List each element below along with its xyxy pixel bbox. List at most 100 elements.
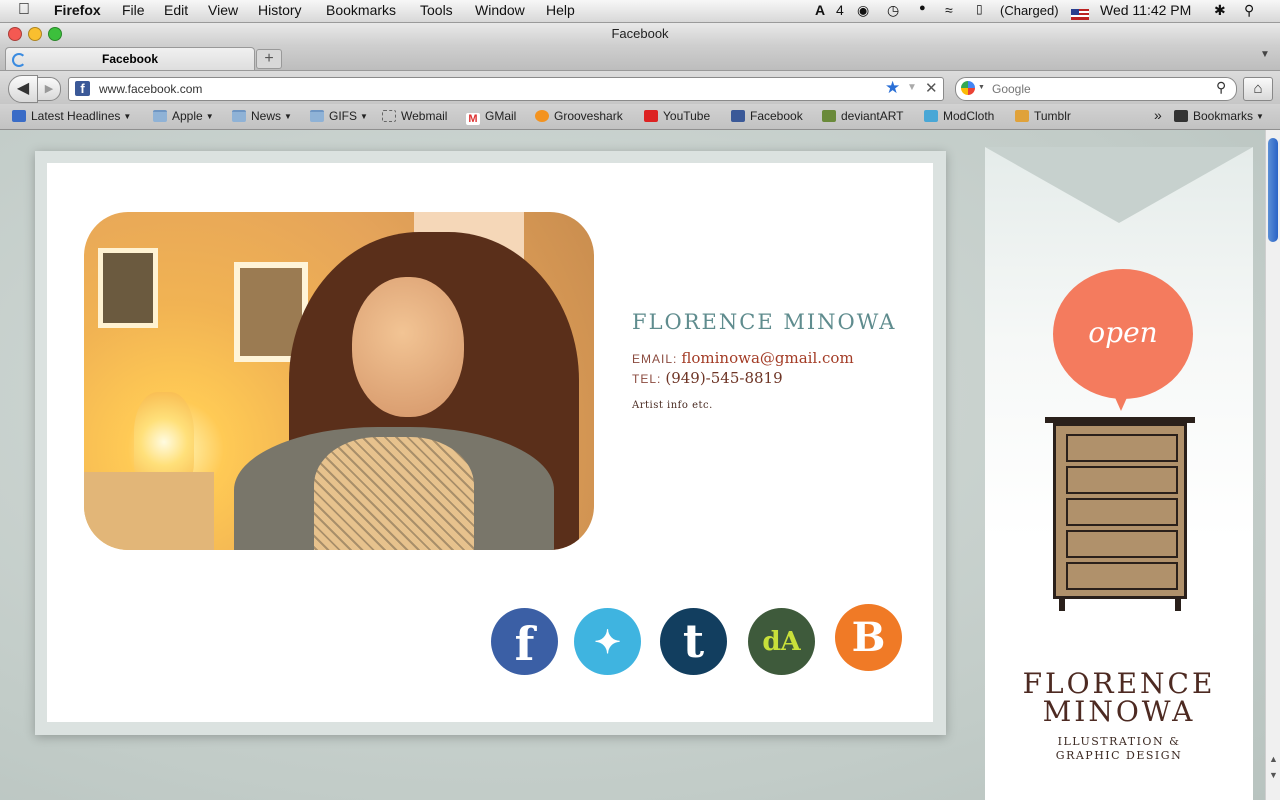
- apple-menu-icon[interactable]: : [18, 1, 30, 19]
- drawer: [1066, 466, 1178, 494]
- tumblr-icon: [1015, 110, 1029, 122]
- business-card: FLORENCE MINOWA EMAIL: flominowa@gmail.co…: [47, 163, 933, 722]
- menu-file[interactable]: File: [122, 2, 145, 18]
- open-bubble-button[interactable]: open: [1053, 269, 1193, 399]
- bluetooth-signal-icon[interactable]: ●: [919, 2, 926, 14]
- url-bar[interactable]: f ★ ▼ ✕: [68, 77, 944, 101]
- dropdown-arrow-icon: ▼: [284, 112, 292, 121]
- bookmarks-menu-button[interactable]: Bookmarks ▼: [1174, 109, 1264, 123]
- bookmark-latest-headlines[interactable]: Latest Headlines ▼: [12, 109, 131, 123]
- stop-icon[interactable]: ✕: [925, 79, 938, 97]
- bookmark-youtube[interactable]: YouTube: [644, 109, 710, 123]
- bookmarks-toolbar: Latest Headlines ▼ Apple ▼ News ▼ GIFS ▼ Web…: [0, 104, 1280, 130]
- email-label: EMAIL:: [632, 352, 678, 366]
- business-card-frame: FLORENCE MINOWA EMAIL: flominowa@gmail.co…: [35, 151, 946, 735]
- search-bar[interactable]: ▼ ⚲: [955, 77, 1237, 101]
- clock[interactable]: Wed 11:42 PM: [1100, 2, 1191, 18]
- menu-bookmarks[interactable]: Bookmarks: [326, 2, 396, 18]
- wifi-icon[interactable]: ≈: [945, 2, 953, 18]
- folder-icon: [232, 110, 246, 122]
- bookmark-tumblr[interactable]: Tumblr: [1015, 109, 1071, 123]
- bookmark-facebook[interactable]: Facebook: [731, 109, 803, 123]
- email-row: EMAIL: flominowa@gmail.com: [632, 349, 854, 368]
- bookmark-folder-gifs[interactable]: GIFS ▼: [310, 109, 368, 123]
- bookmarks-overflow-button[interactable]: »: [1154, 107, 1162, 123]
- twitter-social-icon[interactable]: ✦: [574, 608, 641, 675]
- gmail-icon: M: [466, 113, 480, 125]
- forward-button[interactable]: ▶: [37, 77, 61, 101]
- us-flag-icon[interactable]: [1071, 5, 1089, 21]
- wall-frame: [98, 248, 158, 328]
- youtube-icon: [644, 110, 658, 122]
- tab-facebook[interactable]: Facebook: [5, 47, 255, 70]
- facebook-icon: [731, 110, 745, 122]
- bookmark-webmail[interactable]: Webmail: [382, 109, 447, 123]
- new-tab-button[interactable]: +: [256, 49, 282, 69]
- dropdown-arrow-icon: ▼: [205, 112, 214, 121]
- menu-help[interactable]: Help: [546, 2, 575, 18]
- sync-icon[interactable]: ◉: [857, 2, 869, 19]
- menu-history[interactable]: History: [258, 2, 302, 18]
- tab-list-icon[interactable]: ▼: [1260, 49, 1270, 60]
- battery-icon[interactable]: ▯: [976, 2, 983, 16]
- battery-status: (Charged): [1000, 3, 1059, 18]
- close-window-icon[interactable]: [8, 27, 22, 41]
- sidebar-subtitle: ILLUSTRATION & GRAPHIC DESIGN: [985, 735, 1253, 763]
- grooveshark-icon: [535, 110, 549, 122]
- google-engine-icon[interactable]: [961, 81, 975, 95]
- history-dropdown-icon[interactable]: ▼: [907, 82, 917, 93]
- scroll-down-arrow-icon[interactable]: ▼: [1269, 770, 1278, 780]
- bookmark-folder-news[interactable]: News ▼: [232, 109, 292, 123]
- facebook-social-icon[interactable]: f: [491, 608, 558, 675]
- home-button[interactable]: ⌂: [1243, 77, 1273, 101]
- menu-view[interactable]: View: [208, 2, 238, 18]
- dresser-body: [1053, 423, 1187, 599]
- adobe-icon[interactable]: A: [815, 2, 825, 18]
- folder-icon: [310, 110, 324, 122]
- bookmark-deviantart[interactable]: deviantART: [822, 109, 903, 123]
- zoom-window-icon[interactable]: [48, 27, 62, 41]
- search-icon[interactable]: ⚲: [1216, 79, 1226, 96]
- bluetooth-icon[interactable]: ✱: [1214, 2, 1226, 19]
- bookmark-star-icon[interactable]: ★: [885, 78, 900, 98]
- bookmark-modcloth[interactable]: ModCloth: [924, 109, 994, 123]
- window-title: Facebook: [611, 26, 669, 41]
- dresser-leg: [1059, 599, 1065, 611]
- card-name: FLORENCE MINOWA: [632, 310, 897, 334]
- scrollbar-thumb[interactable]: [1268, 138, 1278, 242]
- dropdown-arrow-icon: ▼: [360, 112, 368, 121]
- window-titlebar: Facebook: [0, 23, 1280, 45]
- adobe-count: 4: [836, 2, 844, 18]
- dropdown-arrow-icon: ▼: [123, 112, 132, 121]
- navigation-toolbar: ◀ ▶ f ★ ▼ ✕ ▼ ⚲ ⌂: [0, 71, 1280, 104]
- menu-window[interactable]: Window: [475, 2, 525, 18]
- bookmark-folder-apple[interactable]: Apple ▼: [153, 109, 214, 123]
- bookmark-label: Facebook: [750, 109, 803, 123]
- bubble-tail: [1113, 393, 1129, 411]
- bookmark-gmail[interactable]: M GMail: [466, 109, 516, 125]
- bookmark-label: Latest Headlines: [31, 109, 121, 123]
- tumblr-social-icon[interactable]: t: [660, 608, 727, 675]
- back-button[interactable]: ◀: [8, 75, 38, 103]
- engine-dropdown-icon[interactable]: ▼: [978, 84, 985, 91]
- sidebar-name: FLORENCE MINOWA: [985, 670, 1253, 726]
- modcloth-icon: [924, 110, 938, 122]
- vertical-scrollbar[interactable]: ▲ ▼: [1265, 130, 1280, 800]
- app-menu[interactable]: Firefox: [54, 2, 101, 18]
- bookmark-label: News: [251, 109, 282, 123]
- time-machine-icon[interactable]: ◷: [887, 2, 899, 19]
- bookmark-grooveshark[interactable]: Grooveshark: [535, 109, 623, 123]
- menu-tools[interactable]: Tools: [420, 2, 453, 18]
- drawer: [1066, 530, 1178, 558]
- blogger-social-icon[interactable]: B: [835, 604, 902, 671]
- scroll-up-arrow-icon[interactable]: ▲: [1269, 754, 1278, 764]
- facebook-favicon-icon[interactable]: f: [75, 81, 90, 96]
- sidebar-subtitle-line: ILLUSTRATION &: [1057, 735, 1181, 748]
- email-link[interactable]: flominowa@gmail.com: [681, 349, 853, 367]
- menu-edit[interactable]: Edit: [164, 2, 188, 18]
- spotlight-icon[interactable]: ⚲: [1244, 2, 1254, 19]
- deviantart-social-icon[interactable]: dA: [748, 608, 815, 675]
- url-input[interactable]: [97, 81, 861, 97]
- minimize-window-icon[interactable]: [28, 27, 42, 41]
- search-input[interactable]: [990, 81, 1214, 97]
